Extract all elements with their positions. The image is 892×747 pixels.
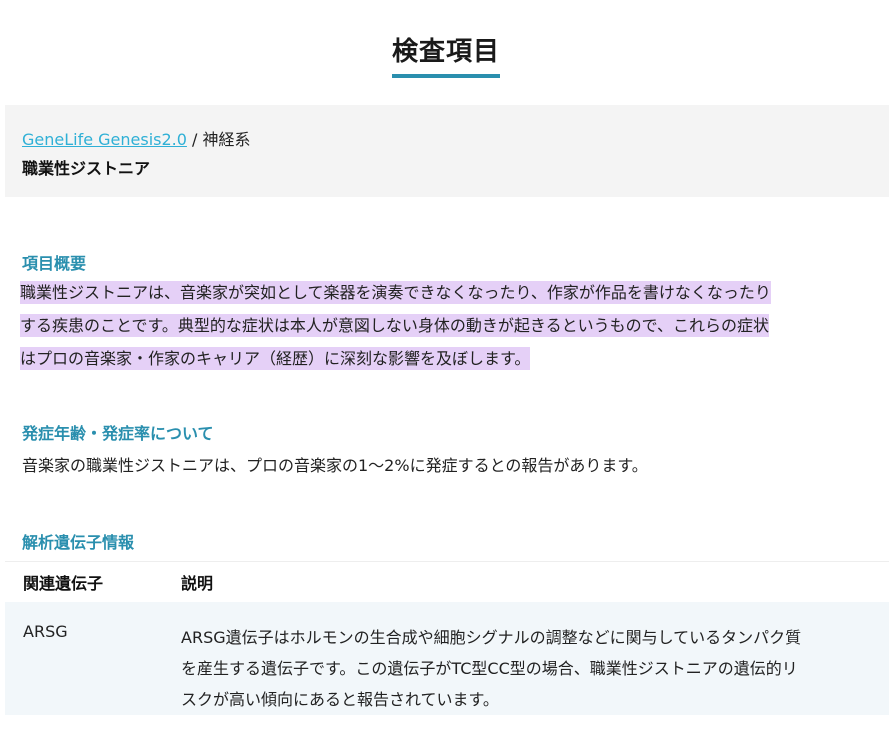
page-title: 検査項目 bbox=[391, 31, 500, 79]
breadcrumb-category: 神経系 bbox=[202, 130, 251, 149]
breadcrumb-link-genelife[interactable]: GeneLife Genesis2.0 bbox=[22, 130, 187, 149]
overview-line: 職業性ジストニアは、音楽家が突如として楽器を演奏できなくなったり、作家が作品を書… bbox=[20, 281, 771, 304]
column-header-description: 説明 bbox=[163, 561, 889, 602]
breadcrumb-separator: / bbox=[186, 130, 203, 149]
breadcrumb-panel: GeneLife Genesis2.0 / 神経系 職業性ジストニア bbox=[5, 105, 889, 197]
genes-section: 解析遺伝子情報 bbox=[22, 529, 872, 553]
item-title: 職業性ジストニア bbox=[22, 159, 151, 178]
gene-description-line: を産生する遺伝子です。この遺伝子がTC型CC型の場合、職業性ジストニアの遺伝的リ bbox=[181, 659, 798, 678]
gene-description-line: ARSG遺伝子はホルモンの生合成や細胞シグナルの調整などに関与しているタンパク質 bbox=[181, 628, 802, 647]
page-title-container: 検査項目 bbox=[0, 0, 892, 96]
overview-section: 項目概要 職業性ジストニアは、音楽家が突如として楽器を演奏できなくなったり、作家… bbox=[20, 250, 872, 375]
overview-heading: 項目概要 bbox=[22, 254, 87, 273]
gene-table: 関連遺伝子 説明 ARSG ARSG遺伝子はホルモンの生合成や細胞シグナルの調整… bbox=[5, 561, 889, 715]
overview-line: はプロの音楽家・作家のキャリア（経歴）に深刻な影響を及ぼします。 bbox=[20, 347, 531, 370]
onset-heading: 発症年齢・発症率について bbox=[22, 424, 214, 443]
gene-description-cell: ARSG遺伝子はホルモンの生合成や細胞シグナルの調整などに関与しているタンパク質… bbox=[163, 602, 889, 715]
overview-text: 職業性ジストニアは、音楽家が突如として楽器を演奏できなくなったり、作家が作品を書… bbox=[20, 276, 872, 375]
overview-line: する疾患のことです。典型的な症状は本人が意図しない身体の動きが起きるというもので… bbox=[20, 314, 769, 337]
gene-description-line: スクが高い傾向にあると報告されています。 bbox=[181, 690, 499, 709]
table-header-row: 関連遺伝子 説明 bbox=[5, 561, 889, 602]
breadcrumb: GeneLife Genesis2.0 / 神経系 bbox=[22, 126, 251, 150]
gene-name-cell: ARSG bbox=[5, 602, 163, 715]
onset-text: 音楽家の職業性ジストニアは、プロの音楽家の1〜2%に発症するとの報告があります。 bbox=[22, 456, 648, 475]
genes-heading: 解析遺伝子情報 bbox=[22, 533, 135, 552]
onset-section: 発症年齢・発症率について 音楽家の職業性ジストニアは、プロの音楽家の1〜2%に発… bbox=[22, 420, 872, 476]
table-row: ARSG ARSG遺伝子はホルモンの生合成や細胞シグナルの調整などに関与している… bbox=[5, 602, 889, 715]
column-header-gene: 関連遺伝子 bbox=[5, 561, 163, 602]
